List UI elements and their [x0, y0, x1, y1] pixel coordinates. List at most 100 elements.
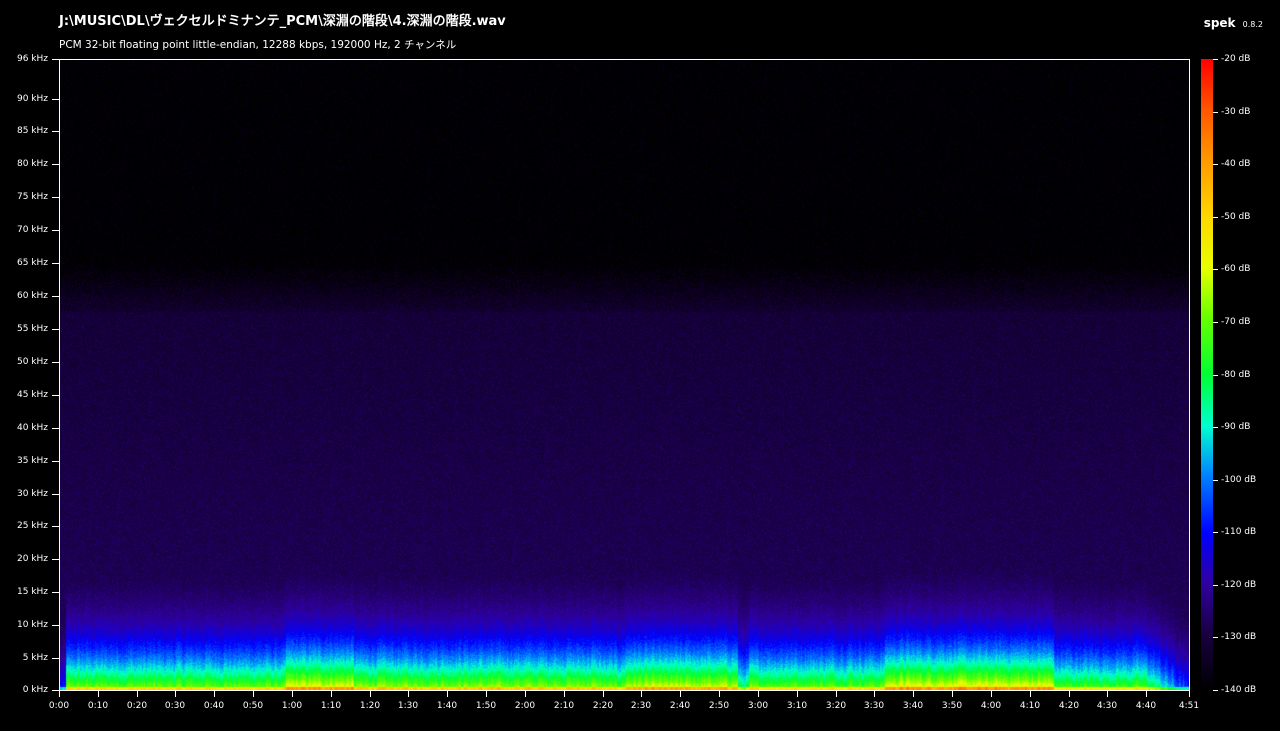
- db-tick-label: -110 dB: [1221, 527, 1257, 537]
- frequency-tick-mark: [52, 164, 59, 166]
- db-tick-label: -80 dB: [1221, 370, 1251, 380]
- time-tick-mark: [952, 691, 953, 697]
- db-tick-mark: [1213, 164, 1218, 165]
- time-tick-label: 4:20: [1058, 701, 1080, 711]
- time-tick-mark: [874, 691, 875, 697]
- time-tick-label: 4:10: [1019, 701, 1041, 711]
- time-tick-mark: [836, 691, 837, 697]
- time-tick-mark: [175, 691, 176, 697]
- db-tick-mark: [1213, 217, 1218, 218]
- db-tick-label: -120 dB: [1221, 580, 1257, 590]
- frequency-tick-mark: [52, 493, 59, 495]
- time-tick-mark: [59, 691, 60, 697]
- frequency-tick-label: 85 kHz: [16, 126, 48, 137]
- frequency-tick-mark: [52, 427, 59, 429]
- frequency-tick-label: 65 kHz: [16, 258, 48, 269]
- time-tick-label: 3:50: [941, 701, 963, 711]
- frequency-tick-label: 45 kHz: [16, 389, 48, 400]
- frequency-tick-label: 10 kHz: [16, 620, 48, 631]
- file-path-title: J:\MUSIC\DL\ヴェクセルドミナンテ_PCM\深淵の階段\4.深淵の階段…: [59, 14, 506, 29]
- app-name: spek: [1203, 16, 1236, 30]
- time-tick-label: 3:30: [863, 701, 885, 711]
- db-tick-label: -140 dB: [1221, 685, 1257, 695]
- frequency-tick-mark: [52, 361, 59, 363]
- db-tick-label: -40 dB: [1221, 159, 1251, 169]
- time-tick-label: 4:00: [980, 701, 1002, 711]
- time-tick-label: 2:20: [592, 701, 614, 711]
- db-tick-mark: [1213, 269, 1218, 270]
- time-tick-mark: [1107, 691, 1108, 697]
- frequency-tick-mark: [52, 592, 59, 594]
- app-branding: spek 0.8.2: [1204, 12, 1263, 31]
- frequency-tick-mark: [52, 328, 59, 330]
- frequency-tick-mark: [52, 559, 59, 561]
- frequency-tick-label: 55 kHz: [16, 323, 48, 334]
- time-tick-mark: [525, 691, 526, 697]
- frequency-tick-mark: [52, 263, 59, 265]
- frequency-tick-mark: [52, 526, 59, 528]
- time-tick-mark: [98, 691, 99, 697]
- time-tick-mark: [292, 691, 293, 697]
- spectrogram-plot: [59, 59, 1190, 691]
- time-tick-mark: [641, 691, 642, 697]
- db-tick-label: -20 dB: [1221, 54, 1251, 64]
- time-tick-mark: [991, 691, 992, 697]
- time-tick-label: 1:50: [475, 701, 497, 711]
- db-tick-mark: [1213, 322, 1218, 323]
- frequency-tick-label: 90 kHz: [16, 93, 48, 104]
- frequency-tick-label: 5 kHz: [22, 653, 48, 664]
- frequency-tick-mark: [52, 296, 59, 297]
- time-tick-label: 2:50: [708, 701, 730, 711]
- time-tick-mark: [758, 691, 759, 697]
- time-tick-label: 2:00: [514, 701, 536, 711]
- db-tick-label: -130 dB: [1221, 632, 1257, 642]
- time-tick-mark: [1069, 691, 1070, 697]
- time-tick-label: 3:20: [825, 701, 847, 711]
- time-tick-mark: [719, 691, 720, 697]
- time-tick-label: 4:30: [1096, 701, 1118, 711]
- frequency-tick-mark: [52, 230, 59, 232]
- frequency-tick-mark: [52, 394, 59, 396]
- frequency-tick-label: 80 kHz: [16, 159, 48, 170]
- db-tick-label: -50 dB: [1221, 212, 1251, 222]
- db-tick-mark: [1213, 637, 1218, 638]
- frequency-tick-label: 75 kHz: [16, 192, 48, 203]
- time-tick-mark: [797, 691, 798, 697]
- time-tick-label: 0:50: [242, 701, 264, 711]
- time-tick-label: 3:00: [747, 701, 769, 711]
- time-tick-mark: [913, 691, 914, 697]
- time-tick-label: 0:10: [87, 701, 109, 711]
- time-tick-label: 4:40: [1135, 701, 1157, 711]
- time-tick-label: 0:20: [126, 701, 148, 711]
- frequency-tick-label: 15 kHz: [16, 587, 48, 598]
- time-tick-label: 1:20: [359, 701, 381, 711]
- db-tick-mark: [1213, 427, 1218, 428]
- time-tick-label: 3:40: [902, 701, 924, 711]
- app-version: 0.8.2: [1242, 20, 1263, 29]
- file-format-info: PCM 32-bit floating point little-endian,…: [59, 39, 457, 51]
- time-tick-label: 1:00: [281, 701, 303, 711]
- time-tick-mark: [1030, 691, 1031, 697]
- frequency-tick-label: 35 kHz: [16, 455, 48, 466]
- db-tick-mark: [1213, 690, 1218, 691]
- time-tick-mark: [214, 691, 215, 697]
- db-tick-mark: [1213, 112, 1218, 113]
- time-tick-label: 1:40: [436, 701, 458, 711]
- time-tick-mark: [447, 691, 448, 697]
- frequency-tick-label: 50 kHz: [16, 356, 48, 367]
- frequency-tick-label: 0 kHz: [22, 685, 48, 695]
- time-tick-mark: [408, 691, 409, 697]
- frequency-tick-mark: [52, 98, 59, 100]
- frequency-tick-mark: [52, 460, 59, 462]
- frequency-tick-mark: [52, 690, 59, 691]
- time-tick-mark: [1189, 691, 1190, 697]
- spectrogram-canvas: [60, 60, 1189, 690]
- time-tick-label: 4:51: [1178, 701, 1200, 711]
- db-tick-mark: [1213, 585, 1218, 586]
- frequency-tick-label: 40 kHz: [16, 422, 48, 433]
- frequency-tick-label: 60 kHz: [16, 291, 48, 301]
- time-tick-label: 0:30: [164, 701, 186, 711]
- time-tick-label: 0:00: [48, 701, 70, 711]
- time-tick-label: 1:10: [320, 701, 342, 711]
- frequency-tick-label: 30 kHz: [16, 488, 48, 499]
